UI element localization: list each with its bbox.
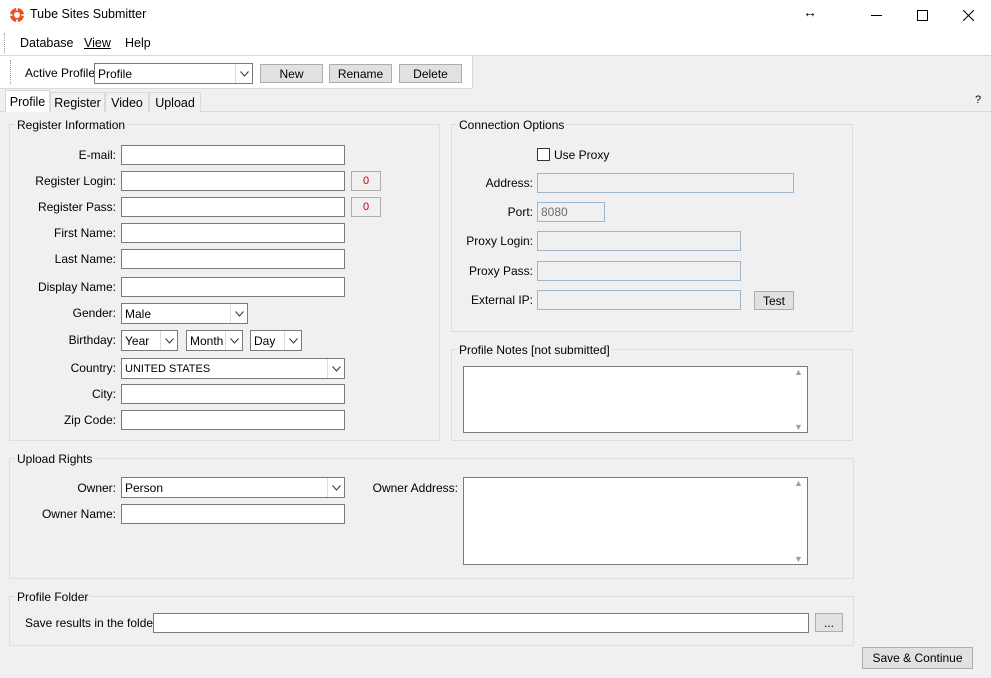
register-pass-label: Register Pass:	[37, 200, 116, 214]
help-icon[interactable]: ?	[975, 94, 981, 106]
birthday-label: Birthday:	[68, 333, 116, 347]
owner-value: Person	[125, 481, 164, 495]
menu-database[interactable]: Database	[20, 36, 74, 50]
birthday-month-value: Month	[190, 334, 224, 348]
country-value: UNITED STATES	[125, 363, 211, 375]
scroll-up-icon[interactable]: ▲	[794, 367, 803, 377]
owner-label: Owner:	[77, 481, 116, 495]
proxy-pass-label: Proxy Pass:	[468, 264, 533, 278]
rename-profile-button[interactable]: Rename	[329, 64, 392, 83]
menu-grip	[4, 33, 8, 53]
external-ip-field[interactable]	[537, 290, 741, 310]
use-proxy-checkbox[interactable]	[537, 148, 550, 161]
profile-notes-legend: Profile Notes [not submitted]	[457, 343, 612, 357]
zip-code-field[interactable]	[121, 410, 345, 430]
login-length-counter: 0	[351, 171, 381, 191]
register-login-label: Register Login:	[35, 174, 116, 188]
display-name-label: Display Name:	[37, 280, 116, 294]
register-pass-field[interactable]	[121, 197, 345, 217]
active-profile-select[interactable]: Profile	[94, 63, 253, 84]
owner-address-scrollbar[interactable]: ▲ ▼	[790, 478, 807, 564]
tab-video[interactable]: Video	[105, 92, 149, 112]
owner-address-label: Owner Address:	[372, 481, 458, 495]
menu-help[interactable]: Help	[125, 36, 151, 50]
use-proxy-label[interactable]: Use Proxy	[554, 148, 609, 162]
title-bar	[0, 0, 991, 30]
last-name-label: Last Name:	[54, 252, 116, 266]
test-proxy-button[interactable]: Test	[754, 291, 794, 310]
proxy-login-label: Proxy Login:	[466, 234, 533, 248]
scroll-up-icon[interactable]: ▲	[794, 478, 803, 488]
gender-select[interactable]: Male	[121, 303, 248, 324]
chevron-down-icon[interactable]	[160, 331, 177, 350]
country-select[interactable]: UNITED STATES	[121, 358, 345, 379]
save-folder-label: Save results in the folder:	[25, 616, 161, 630]
register-info-legend: Register Information	[15, 118, 128, 132]
new-profile-button[interactable]: New	[260, 64, 323, 83]
chevron-down-icon[interactable]	[327, 359, 344, 378]
birthday-day-value: Day	[254, 334, 276, 348]
chevron-down-icon[interactable]	[235, 64, 252, 83]
minimize-button[interactable]	[853, 0, 899, 30]
register-login-field[interactable]	[121, 171, 345, 191]
email-label: E-mail:	[78, 148, 116, 162]
proxy-port-field[interactable]: 8080	[537, 202, 605, 222]
proxy-login-field[interactable]	[537, 231, 741, 251]
birthday-day-select[interactable]: Day	[250, 330, 302, 351]
country-label: Country:	[70, 361, 116, 375]
chevron-down-icon[interactable]	[225, 331, 242, 350]
chevron-down-icon[interactable]	[230, 304, 247, 323]
proxy-pass-field[interactable]	[537, 261, 741, 281]
toolbar-grip	[10, 60, 14, 84]
proxy-address-field[interactable]	[537, 173, 794, 193]
connection-options-legend: Connection Options	[457, 118, 567, 132]
zip-code-label: Zip Code:	[63, 413, 116, 427]
scroll-down-icon[interactable]: ▼	[794, 554, 803, 564]
upload-rights-legend: Upload Rights	[15, 452, 95, 466]
external-ip-label: External IP:	[470, 293, 533, 307]
owner-name-field[interactable]	[121, 504, 345, 524]
profile-notes-textarea[interactable]: ▲ ▼	[463, 366, 808, 433]
active-profile-label: Active Profile:	[25, 66, 99, 80]
owner-select[interactable]: Person	[121, 477, 345, 498]
birthday-year-select[interactable]: Year	[121, 330, 178, 351]
profile-folder-legend: Profile Folder	[15, 590, 91, 604]
tab-register[interactable]: Register	[50, 92, 105, 112]
save-continue-button[interactable]: Save & Continue	[862, 647, 973, 669]
address-label: Address:	[485, 176, 533, 190]
gender-value: Male	[125, 307, 152, 321]
active-profile-value: Profile	[98, 67, 133, 81]
close-button[interactable]	[945, 0, 991, 30]
browse-folder-button[interactable]: ...	[815, 613, 843, 632]
chevron-down-icon[interactable]	[327, 478, 344, 497]
pass-length-counter: 0	[351, 197, 381, 217]
port-label: Port:	[507, 205, 533, 219]
owner-name-label: Owner Name:	[41, 507, 116, 521]
window-title: Tube Sites Submitter	[30, 7, 147, 21]
first-name-label: First Name:	[53, 226, 116, 240]
delete-profile-button[interactable]: Delete	[399, 64, 462, 83]
maximize-button[interactable]	[899, 0, 945, 30]
tab-profile[interactable]: Profile	[5, 90, 50, 112]
gender-label: Gender:	[72, 306, 116, 320]
birthday-month-select[interactable]: Month	[186, 330, 243, 351]
city-field[interactable]	[121, 384, 345, 404]
resize-arrows-icon: ↔	[803, 4, 817, 20]
display-name-field[interactable]	[121, 277, 345, 297]
save-folder-field[interactable]	[153, 613, 809, 633]
birthday-year-value: Year	[125, 334, 150, 348]
menu-view[interactable]: View	[84, 36, 111, 50]
first-name-field[interactable]	[121, 223, 345, 243]
city-label: City:	[92, 387, 116, 401]
notes-scrollbar[interactable]: ▲ ▼	[790, 367, 807, 432]
chevron-down-icon[interactable]	[284, 331, 301, 350]
app-gear-icon	[10, 8, 24, 22]
last-name-field[interactable]	[121, 249, 345, 269]
owner-address-textarea[interactable]: ▲ ▼	[463, 477, 808, 565]
email-field[interactable]	[121, 145, 345, 165]
scroll-down-icon[interactable]: ▼	[794, 422, 803, 432]
tab-upload[interactable]: Upload	[149, 92, 201, 112]
